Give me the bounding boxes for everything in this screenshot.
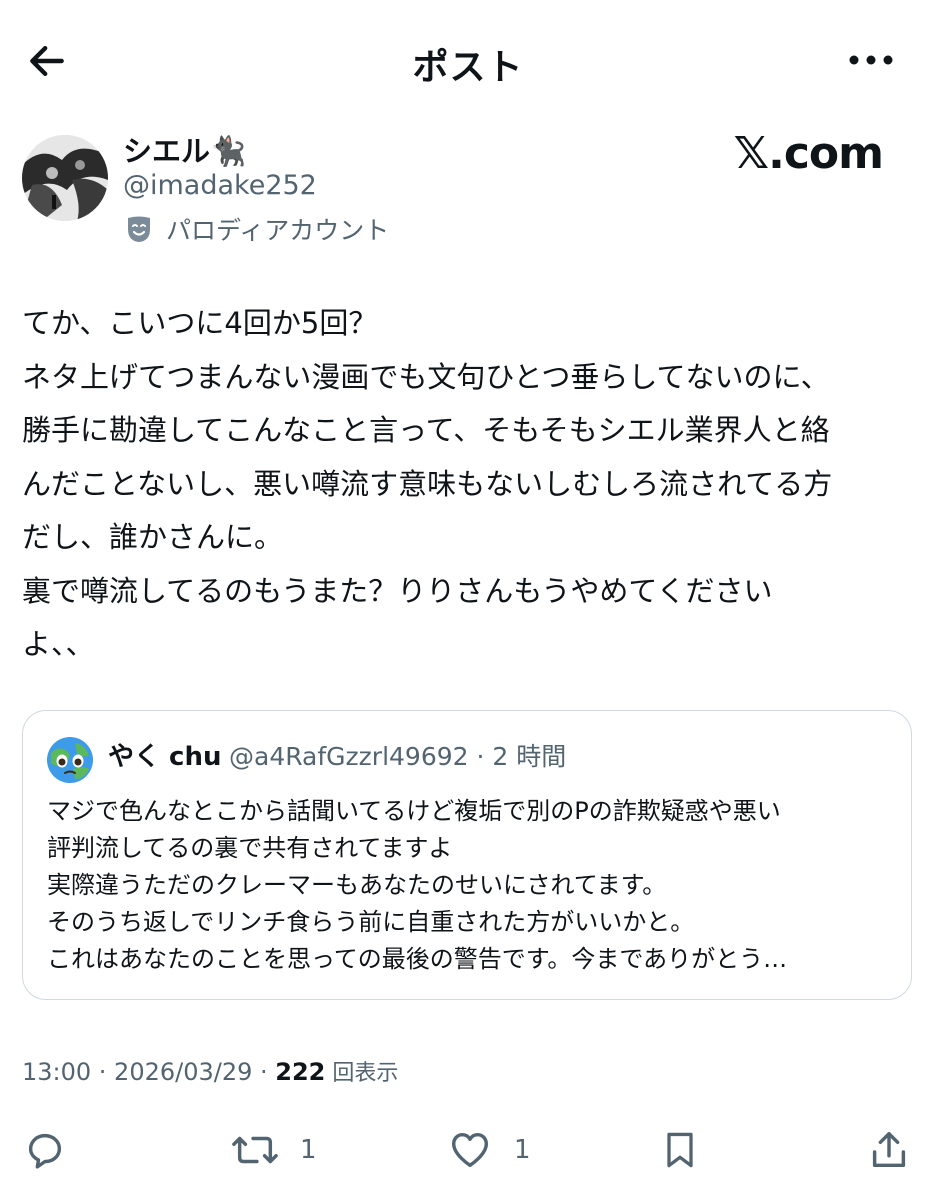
more-horizontal-icon: [849, 55, 893, 65]
author-handle[interactable]: @imadake252: [123, 168, 317, 204]
earth-face-icon: [47, 737, 93, 783]
parody-label: パロディアカウント: [166, 216, 390, 245]
post-line: てか、こいつに4回か5回？: [22, 306, 378, 340]
share-icon: [872, 1131, 906, 1168]
post-timestamp[interactable]: 13:00 · 2026/03/29 ·: [22, 1058, 275, 1086]
quoted-post-card[interactable]: やく chu @a4RafGzzrl49692 · 2 時間 マジで色んなとこか…: [22, 710, 912, 1000]
quoted-line: これはあなたのことを思っての最後の警告です。今までありがとう…: [47, 945, 788, 973]
bookmark-icon: [667, 1132, 693, 1168]
post-line: だし、誰かさんに。: [22, 520, 284, 554]
post-line: んだことないし、悪い噂流す意味もないしむしろ流されてる方: [22, 466, 833, 501]
quoted-post-text: マジで色んなとこから話聞いてるけど複垢で別のPの詐欺疑惑や悪い 評判流してるの裏…: [47, 793, 897, 978]
post-text: てか、こいつに4回か5回？ ネタ上げてつまんない漫画でも文句ひとつ垂らしてないの…: [22, 297, 914, 672]
author-avatar[interactable]: [22, 135, 108, 221]
author-display-name[interactable]: シエル🐈‍⬛: [123, 133, 246, 169]
post-line: ネタ上げてつまんない漫画でも文句ひとつ垂らしてないのに、: [22, 359, 830, 394]
post-line: よ、、: [22, 627, 95, 661]
quoted-line: 実際違うただのクレーマーもあなたのせいにされてます。: [47, 871, 667, 899]
parody-account-badge: パロディアカウント: [126, 211, 389, 247]
post-line: 勝手に勘違してこんなこと言って、そもそもシエル業界人と絡: [22, 413, 830, 447]
top-bar: ポスト: [0, 0, 936, 118]
like-button[interactable]: 1: [446, 1127, 531, 1173]
post-meta: 13:00 · 2026/03/29 · 222 回表示: [22, 1054, 398, 1092]
more-button[interactable]: [846, 40, 896, 80]
repost-count: 1: [300, 1135, 317, 1165]
view-label: 回表示: [325, 1061, 399, 1086]
quoted-line: そのうち返しでリンチ食らう前に自重された方がいいかと。: [47, 908, 695, 936]
quoted-author-name[interactable]: やく chu: [108, 739, 221, 775]
quoted-line: 評判流してるの裏で共有されてますよ: [47, 834, 453, 862]
repost-icon: [232, 1136, 278, 1164]
quoted-line: マジで色んなとこから話聞いてるけど複垢で別のPの詐欺疑惑や悪い: [47, 797, 781, 825]
repost-button[interactable]: 1: [230, 1127, 317, 1173]
reply-icon: [28, 1133, 62, 1169]
theater-mask-icon: [128, 216, 150, 242]
bookmark-button[interactable]: [658, 1127, 702, 1173]
view-count: 222: [275, 1058, 326, 1086]
post-line: 裏で噂流してるのもうまた？りりさんもうやめてください: [22, 573, 773, 608]
page-title: ポスト: [412, 47, 524, 88]
reply-button[interactable]: [22, 1127, 68, 1173]
x-com-logo: 𝕏.com: [733, 128, 884, 179]
heart-icon: [451, 1132, 489, 1168]
like-count: 1: [514, 1135, 531, 1165]
quoted-author-handle-time: @a4RafGzzrl49692 · 2 時間: [229, 742, 567, 771]
share-button[interactable]: [866, 1127, 912, 1173]
